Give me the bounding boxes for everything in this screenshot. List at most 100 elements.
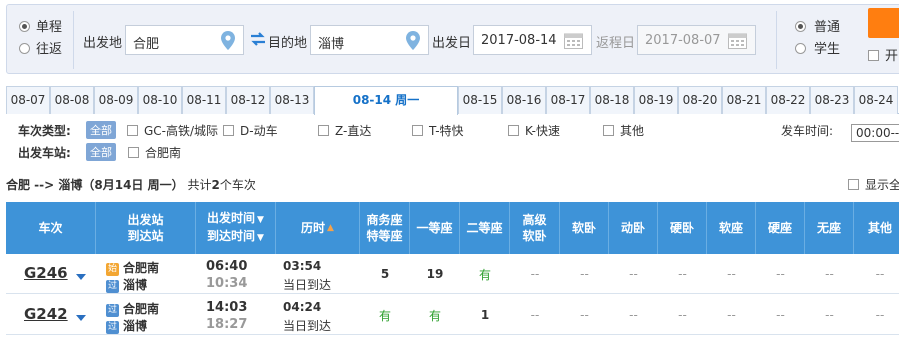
date-tab[interactable]: 08-09: [94, 86, 138, 114]
date-tab[interactable]: 08-20: [678, 86, 722, 114]
date-tab[interactable]: 08-17: [546, 86, 590, 114]
passenger-type-student[interactable]: 学生: [795, 39, 840, 61]
from-station-input[interactable]: 合肥: [125, 25, 244, 55]
to-station-input[interactable]: 淄博: [310, 25, 429, 55]
filter-label: Z-直达: [335, 124, 372, 138]
sort-down-icon[interactable]: ▼: [257, 212, 264, 228]
filter-train-type-gc[interactable]: GC-高铁/城际: [127, 122, 218, 139]
expand-stops-icon[interactable]: [76, 274, 86, 280]
radio-oneway[interactable]: [19, 21, 30, 32]
filter-train-type-other[interactable]: 其他: [603, 122, 644, 139]
trip-type-roundtrip[interactable]: 往返: [19, 39, 62, 61]
count-suffix: 个车次: [219, 178, 256, 192]
date-tab[interactable]: 08-22: [766, 86, 810, 114]
filter-label: K-快速: [525, 124, 560, 138]
date-tab[interactable]: 08-10: [138, 86, 182, 114]
seat-hard-sleeper: --: [678, 308, 687, 322]
radio-student[interactable]: [795, 43, 806, 54]
date-tab[interactable]: 08-18: [590, 86, 634, 114]
passenger-student-label: 学生: [814, 42, 841, 57]
seat-hard-seat: --: [776, 267, 785, 281]
date-tab[interactable]: 08-07: [6, 86, 50, 114]
arrive-time: 18:27: [206, 317, 248, 332]
filter-station-hefeinan[interactable]: 合肥南: [128, 144, 181, 161]
date-tab[interactable]: 08-15: [458, 86, 502, 114]
filter-checkbox[interactable]: [223, 125, 234, 136]
calendar-icon[interactable]: [728, 32, 747, 49]
depart-time-select[interactable]: 00:00--: [851, 124, 899, 142]
table-row: G246 始合肥南 过淄博 06:40 10:34 03:54 当日到达 5 1…: [6, 254, 899, 294]
sort-down-icon[interactable]: ▼: [257, 230, 264, 246]
trip-type-oneway[interactable]: 单程: [19, 17, 62, 39]
depart-date-value: 2017-08-14: [481, 33, 557, 48]
header-times[interactable]: 出发时间 ▼ 到达时间 ▼: [196, 202, 276, 254]
depart-date-input[interactable]: 2017-08-14: [473, 25, 592, 55]
query-button[interactable]: [868, 8, 899, 38]
from-station: 过合肥南: [106, 302, 160, 317]
from-station-value: 合肥: [133, 37, 160, 52]
filter-train-type-d[interactable]: D-动车: [223, 122, 278, 139]
seat-first: 19: [426, 267, 444, 281]
filter-label: GC-高铁/城际: [144, 124, 219, 138]
trip-type-roundtrip-label: 往返: [36, 42, 63, 57]
filter-checkbox[interactable]: [318, 125, 329, 136]
trip-type-oneway-label: 单程: [36, 20, 63, 35]
location-pin-icon[interactable]: [221, 31, 235, 50]
pass-station-icon: 过: [106, 304, 119, 317]
train-number-link[interactable]: G246: [24, 264, 68, 282]
divider: [73, 11, 74, 69]
date-tab[interactable]: 08-11: [182, 86, 226, 114]
date-tab[interactable]: 08-08: [50, 86, 94, 114]
seat-soft-sleeper: --: [580, 308, 589, 322]
passenger-type-normal[interactable]: 普通: [795, 17, 840, 39]
train-type-all-button[interactable]: 全部: [86, 121, 116, 139]
date-tab[interactable]: 08-21: [722, 86, 766, 114]
filter-train-type-t[interactable]: T-特快: [412, 122, 464, 139]
station-all-button[interactable]: 全部: [86, 143, 116, 161]
filter-checkbox[interactable]: [128, 147, 139, 158]
return-date-input[interactable]: 2017-08-07: [637, 25, 756, 55]
from-label: 出发地: [83, 36, 123, 51]
sort-up-icon[interactable]: ▲: [327, 220, 334, 236]
swap-stations-icon[interactable]: [250, 32, 266, 46]
header-duration[interactable]: 历时 ▲: [276, 202, 360, 254]
expand-stops-icon[interactable]: [76, 315, 86, 321]
filter-train-type-z[interactable]: Z-直达: [318, 122, 371, 139]
filter-checkbox[interactable]: [127, 125, 138, 136]
seat-no-seat: --: [825, 267, 834, 281]
radio-roundtrip[interactable]: [19, 43, 30, 54]
seat-soft-sleeper: --: [580, 267, 589, 281]
station-title: 出发车站:: [18, 146, 71, 160]
location-pin-icon[interactable]: [406, 31, 420, 50]
gaotie-checkbox[interactable]: [868, 50, 879, 61]
date-tab[interactable]: 08-12: [226, 86, 270, 114]
from-station: 始合肥南: [106, 261, 160, 276]
train-count: 2: [211, 178, 220, 192]
depart-time: 06:40: [206, 259, 248, 274]
trip-type-group: 单程 往返: [19, 17, 62, 61]
passenger-normal-label: 普通: [814, 20, 841, 35]
table-row: G242 过合肥南 过淄博 14:03 18:27 04:24 当日到达 有 有…: [6, 295, 899, 335]
date-tab-active[interactable]: 08-14 周一: [314, 86, 458, 115]
arrival-day: 当日到达: [283, 319, 332, 333]
header-hard-seat: 硬座: [756, 202, 805, 254]
train-number-link[interactable]: G242: [24, 305, 68, 323]
date-tab[interactable]: 08-13: [270, 86, 314, 114]
radio-normal[interactable]: [795, 21, 806, 32]
calendar-icon[interactable]: [564, 32, 583, 49]
gaotie-option[interactable]: 开: [868, 45, 898, 64]
filter-checkbox[interactable]: [508, 125, 519, 136]
date-tab[interactable]: 08-16: [502, 86, 546, 114]
date-tab[interactable]: 08-23: [810, 86, 854, 114]
show-all-option[interactable]: 显示全: [848, 176, 899, 193]
return-date-label: 返程日: [596, 36, 636, 51]
filter-checkbox[interactable]: [603, 125, 614, 136]
header-stations: 出发站 到达站: [96, 202, 196, 254]
to-station-value: 淄博: [318, 37, 345, 52]
date-tab[interactable]: 08-24: [854, 86, 898, 114]
show-all-checkbox[interactable]: [848, 179, 859, 190]
seat-business: 有: [378, 308, 391, 323]
filter-train-type-k[interactable]: K-快速: [508, 122, 560, 139]
date-tab[interactable]: 08-19: [634, 86, 678, 114]
filter-checkbox[interactable]: [412, 125, 423, 136]
